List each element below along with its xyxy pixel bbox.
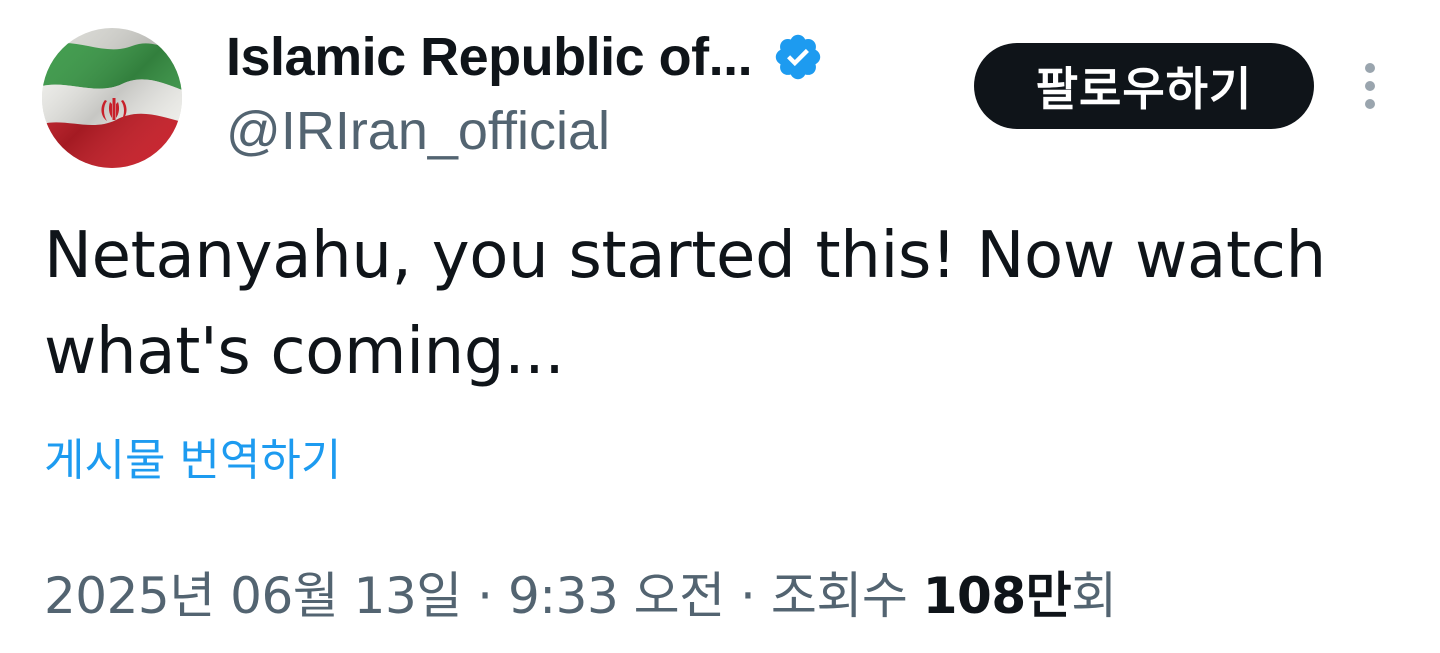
verified-badge-icon [772,31,824,83]
tweet-time[interactable]: 9:33 오전 [508,567,725,625]
display-name-text[interactable]: Islamic Republic of... [226,26,753,88]
views-count: 108만 [922,567,1072,625]
tweet-meta: 2025년 06월 13일 · 9:33 오전 · 조회수 108만회 [44,556,1117,628]
follow-button[interactable]: 팔로우하기 [974,43,1314,129]
meta-separator: · [461,567,508,625]
avatar[interactable] [42,28,182,168]
translate-post-link[interactable]: 게시물 번역하기 [44,424,341,488]
author-handle[interactable]: @IRIran_official [226,100,610,162]
tweet-date[interactable]: 2025년 06월 13일 [44,567,462,625]
iran-flag-icon [42,28,182,168]
more-options-icon[interactable] [1356,60,1384,112]
author-display-name[interactable]: Islamic Republic of... [226,25,824,89]
tweet-text: Netanyahu, you started this! Now watch w… [44,219,1326,389]
meta-separator: · [724,567,771,625]
views-suffix: 회 [1071,567,1117,625]
views-label: 조회수 [770,567,923,625]
